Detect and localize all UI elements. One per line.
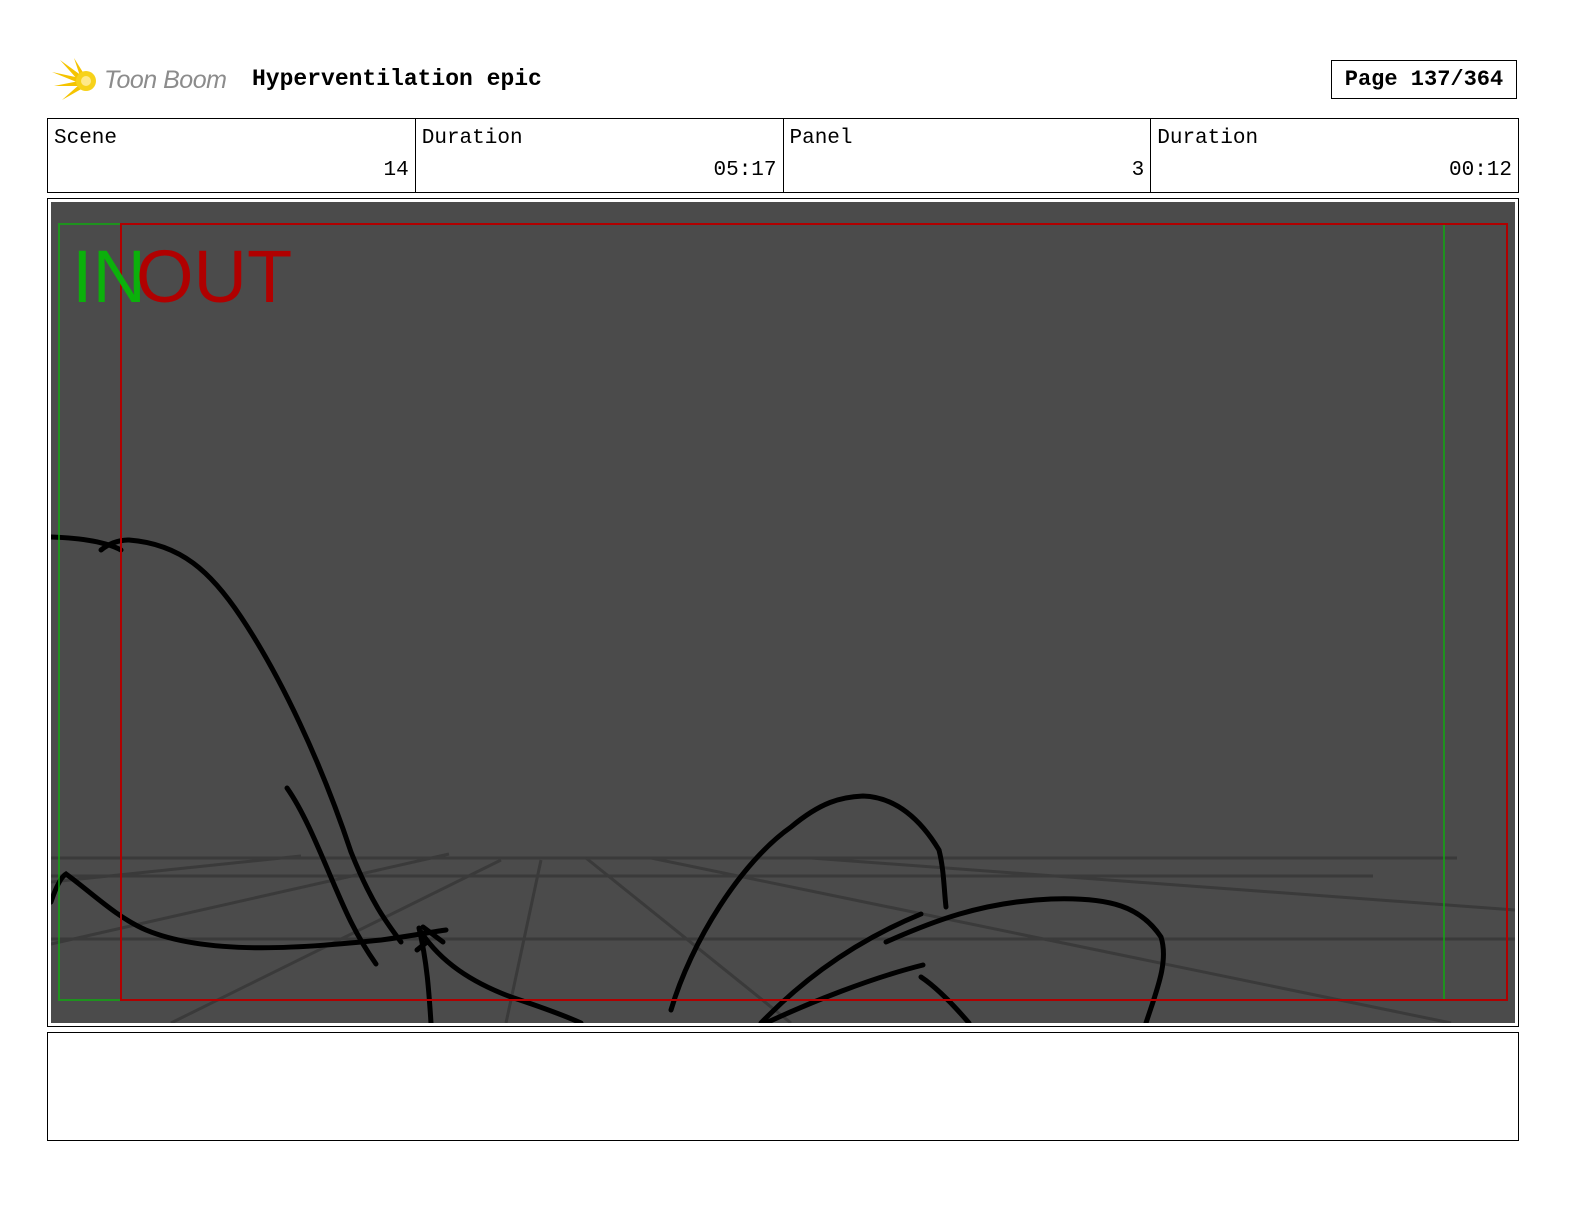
panel-duration-cell: Duration 00:12 [1151, 119, 1518, 192]
in-frame-label: IN [72, 235, 146, 318]
panel-value: 3 [1131, 159, 1145, 182]
scene-cell: Scene 14 [48, 119, 416, 192]
out-frame [120, 223, 1508, 1001]
character-sketch [51, 534, 1166, 1023]
in-frame [58, 223, 1445, 1001]
panel-cell: Panel 3 [784, 119, 1152, 192]
panel-duration-label: Duration [1157, 127, 1259, 150]
scene-duration-cell: Duration 05:17 [416, 119, 784, 192]
storyboard-panel-image: IN OUT [51, 202, 1515, 1023]
starburst-logo-icon [52, 58, 96, 100]
panel-label: Panel [789, 127, 853, 150]
scene-label: Scene [54, 127, 118, 150]
out-frame-label: OUT [136, 235, 293, 318]
scene-duration-label: Duration [421, 127, 523, 150]
scene-duration-value: 05:17 [713, 159, 777, 182]
toon-boom-logo: Toon Boom [52, 56, 242, 106]
scene-info-table: Scene 14 Duration 05:17 Panel 3 Duration… [47, 118, 1519, 193]
floor-grid [51, 852, 1515, 1023]
scene-value: 14 [383, 159, 409, 182]
project-title: Hyperventilation epic [252, 66, 542, 92]
sketch-drawing [51, 223, 1515, 1023]
logo-text: Toon Boom [104, 66, 227, 94]
panel-notes-box [47, 1032, 1519, 1141]
page-number: Page 137/364 [1331, 60, 1517, 99]
panel-duration-value: 00:12 [1448, 159, 1512, 182]
